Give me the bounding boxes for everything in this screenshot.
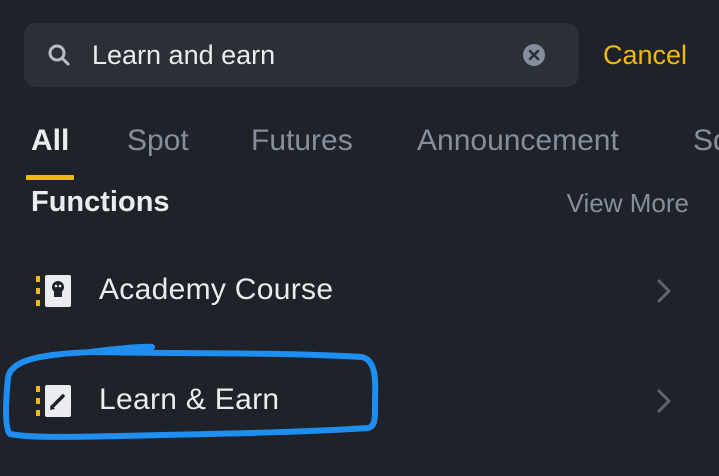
chevron-right-icon	[657, 389, 671, 413]
function-row-learn-earn[interactable]: Learn & Earn	[0, 356, 719, 446]
chevron-right-icon	[657, 279, 671, 303]
tab-futures[interactable]: Futures	[251, 124, 353, 158]
academy-icon	[36, 275, 71, 307]
tab-square[interactable]: Sq	[693, 124, 719, 158]
view-more-link[interactable]: View More	[567, 188, 689, 219]
cancel-button[interactable]: Cancel	[603, 40, 687, 71]
learn-earn-icon	[36, 385, 71, 417]
search-box[interactable]	[24, 23, 579, 87]
category-tabs: All Spot Futures Announcement Sq	[0, 120, 719, 190]
section-title: Functions	[31, 186, 170, 218]
search-input[interactable]	[92, 35, 512, 75]
function-row-label: Academy Course	[99, 273, 334, 306]
search-screen: Cancel All Spot Futures Announcement Sq …	[0, 0, 719, 476]
search-icon	[48, 44, 70, 66]
active-tab-indicator	[26, 175, 74, 180]
tab-all[interactable]: All	[31, 124, 69, 158]
function-row-academy-course[interactable]: Academy Course	[0, 246, 719, 336]
clear-icon[interactable]	[522, 43, 546, 67]
tab-announcement[interactable]: Announcement	[417, 124, 619, 158]
function-row-label: Learn & Earn	[99, 383, 280, 416]
tab-spot[interactable]: Spot	[127, 124, 189, 158]
